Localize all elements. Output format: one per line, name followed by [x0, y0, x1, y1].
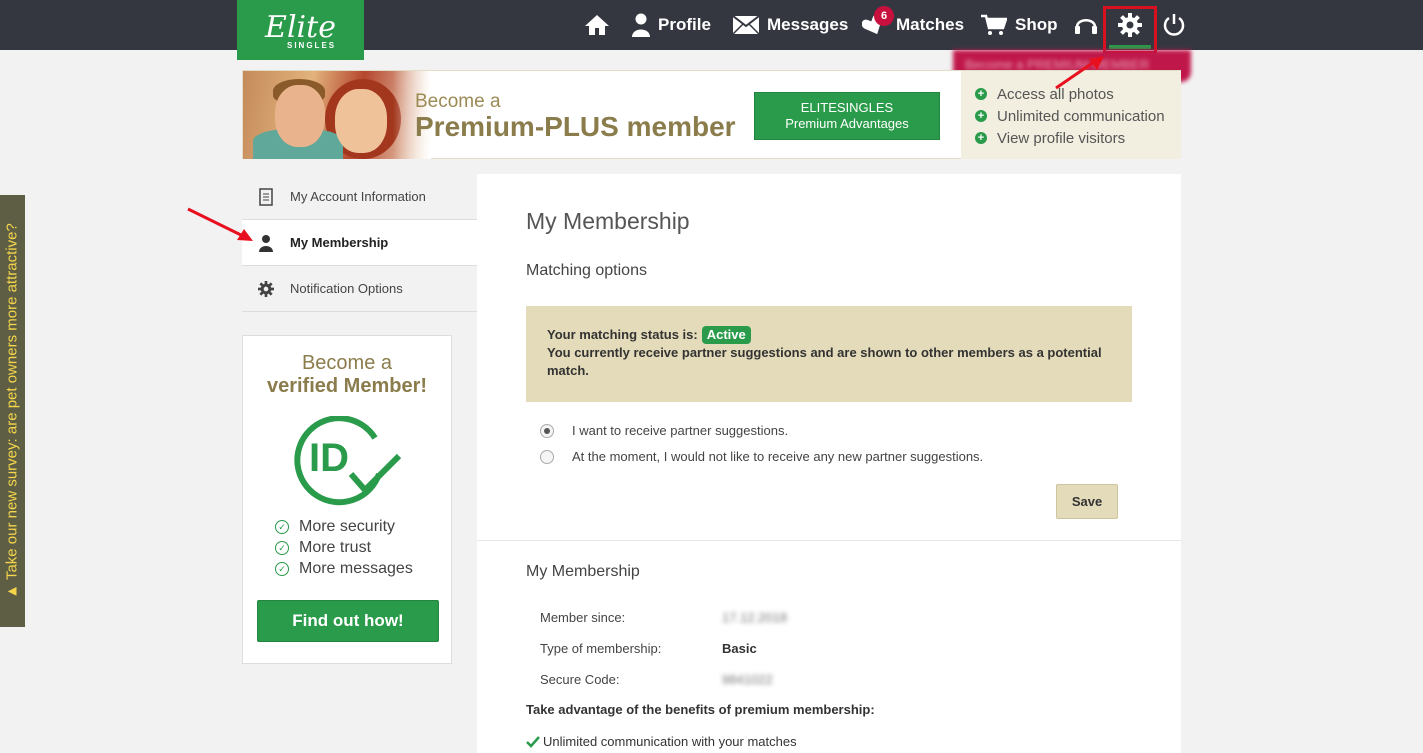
settings-sidebar: My Account Information My Membership Not…: [242, 174, 477, 312]
membership-details-heading: My Membership: [526, 563, 640, 580]
plus-circle-icon: +: [975, 88, 987, 100]
logo-sub-text: SINGLES: [287, 41, 337, 50]
sidebar-item-notification-options[interactable]: Notification Options: [242, 266, 477, 312]
verify-point-label: More security: [299, 517, 396, 535]
check-circle-icon: ✓: [275, 561, 289, 576]
verify-point: ✓ More trust: [275, 537, 451, 558]
settings-active-underline: [1109, 45, 1151, 49]
gear-icon: [1118, 13, 1142, 37]
member-since-value: 17.12.2018: [722, 610, 788, 625]
membership-panel: My Membership Matching options Your matc…: [477, 174, 1181, 753]
gear-icon: [258, 280, 274, 298]
verify-heading-line1: Become a: [301, 352, 393, 374]
elite-singles-logo[interactable]: Elite SINGLES: [237, 0, 364, 60]
premium-button-line2: Premium Advantages: [785, 116, 909, 131]
user-icon: [632, 13, 650, 37]
verify-point: ✓ More messages: [275, 558, 451, 579]
support-icon: [1075, 19, 1097, 34]
nav-matches-label: Matches: [896, 15, 965, 34]
verify-point-label: More trust: [299, 538, 372, 556]
plus-circle-icon: +: [975, 110, 987, 122]
id-badge-icon: ID: [289, 415, 405, 506]
member-since-label: Member since:: [540, 610, 626, 625]
status-badge: Active: [701, 326, 751, 344]
section-divider: [477, 540, 1181, 541]
banner-benefit-item: + View profile visitors: [961, 127, 1181, 149]
survey-side-tab[interactable]: ▲ Take our new survey: are pet owners mo…: [0, 195, 25, 627]
annotation-arrow-sidebar: [187, 207, 253, 241]
couple-photo: [243, 71, 431, 159]
membership-type-value: Basic: [722, 641, 757, 656]
banner-benefit-item: + Unlimited communication: [961, 105, 1181, 127]
premium-benefit-item: Unlimited communication with your matche…: [526, 734, 797, 749]
person-icon: [258, 234, 274, 252]
status-description: You currently receive partner suggestion…: [547, 345, 1102, 378]
radio-no-suggestions[interactable]: At the moment, I would not like to recei…: [540, 449, 983, 464]
status-label: Your matching status is:: [547, 327, 698, 342]
nav-profile-label: Profile: [658, 15, 711, 34]
matching-status-box: Your matching status is: Active You curre…: [526, 306, 1132, 402]
envelope-icon: [733, 16, 759, 34]
membership-type-label: Type of membership:: [540, 641, 662, 656]
radio-label: I want to receive partner suggestions.: [572, 423, 789, 438]
id-badge-text: ID: [309, 436, 349, 480]
premium-advantages-button[interactable]: ELITESINGLES Premium Advantages: [754, 92, 940, 140]
radio-button-checked[interactable]: [540, 423, 554, 438]
verify-point: ✓ More security: [275, 516, 451, 537]
verify-points: ✓ More security ✓ More trust ✓ More message…: [243, 516, 451, 579]
logo-brand-text: Elite: [265, 10, 336, 45]
sidebar-item-label: My Account Information: [290, 189, 426, 204]
premium-banner: Become a Premium-PLUS member ELITESINGLE…: [242, 70, 1181, 159]
nav-support[interactable]: [1073, 0, 1099, 50]
banner-premium-title: Premium-PLUS member: [415, 111, 736, 142]
premium-benefits-heading: Take advantage of the benefits of premiu…: [526, 702, 875, 717]
nav-settings[interactable]: [1118, 0, 1142, 50]
check-circle-icon: ✓: [275, 519, 289, 534]
cart-icon: [981, 14, 1007, 35]
nav-messages[interactable]: Messages: [733, 0, 848, 50]
radio-button-unchecked[interactable]: [540, 449, 554, 464]
radio-label: At the moment, I would not like to recei…: [572, 449, 984, 464]
sidebar-item-account-information[interactable]: My Account Information: [242, 174, 477, 220]
top-navigation-bar: [0, 0, 1423, 50]
find-out-how-button[interactable]: Find out how!: [257, 600, 439, 642]
radio-receive-suggestions[interactable]: I want to receive partner suggestions.: [540, 423, 788, 438]
banner-become-text: Become a: [415, 91, 501, 112]
premium-button-line1: ELITESINGLES: [800, 100, 894, 115]
benefit-label: Unlimited communication: [997, 107, 1165, 125]
check-icon: [526, 735, 540, 748]
verified-member-card: Become a verified Member! ID ✓ More secur…: [242, 335, 452, 664]
power-icon: [1163, 14, 1185, 36]
sidebar-item-label: Notification Options: [290, 281, 403, 296]
matching-options-heading: Matching options: [526, 262, 647, 279]
nav-logout[interactable]: [1162, 0, 1186, 50]
benefit-label: View profile visitors: [997, 129, 1126, 147]
document-icon: [258, 187, 274, 206]
secure-code-value: 9841022: [722, 672, 773, 687]
annotation-arrow-settings: [1055, 56, 1104, 90]
premium-benefit-label: Unlimited communication with your matche…: [543, 734, 797, 749]
nav-shop[interactable]: Shop: [981, 0, 1058, 50]
nav-profile[interactable]: Profile: [632, 0, 711, 50]
home-icon: [585, 15, 609, 35]
save-button[interactable]: Save: [1056, 484, 1118, 519]
verify-point-label: More messages: [299, 559, 413, 577]
plus-circle-icon: +: [975, 132, 987, 144]
verify-heading-line2: verified Member!: [266, 375, 428, 397]
sidebar-item-label: My Membership: [290, 235, 389, 250]
nav-shop-label: Shop: [1015, 15, 1058, 34]
nav-home[interactable]: [584, 0, 610, 50]
check-circle-icon: ✓: [275, 540, 289, 555]
page-title: My Membership: [526, 208, 690, 234]
sidebar-item-membership[interactable]: My Membership: [242, 220, 477, 266]
secure-code-label: Secure Code:: [540, 672, 620, 687]
nav-messages-label: Messages: [767, 15, 849, 34]
survey-tab-label: ▲ Take our new survey: are pet owners mo…: [3, 223, 21, 599]
matches-count-badge: 6: [874, 6, 894, 26]
